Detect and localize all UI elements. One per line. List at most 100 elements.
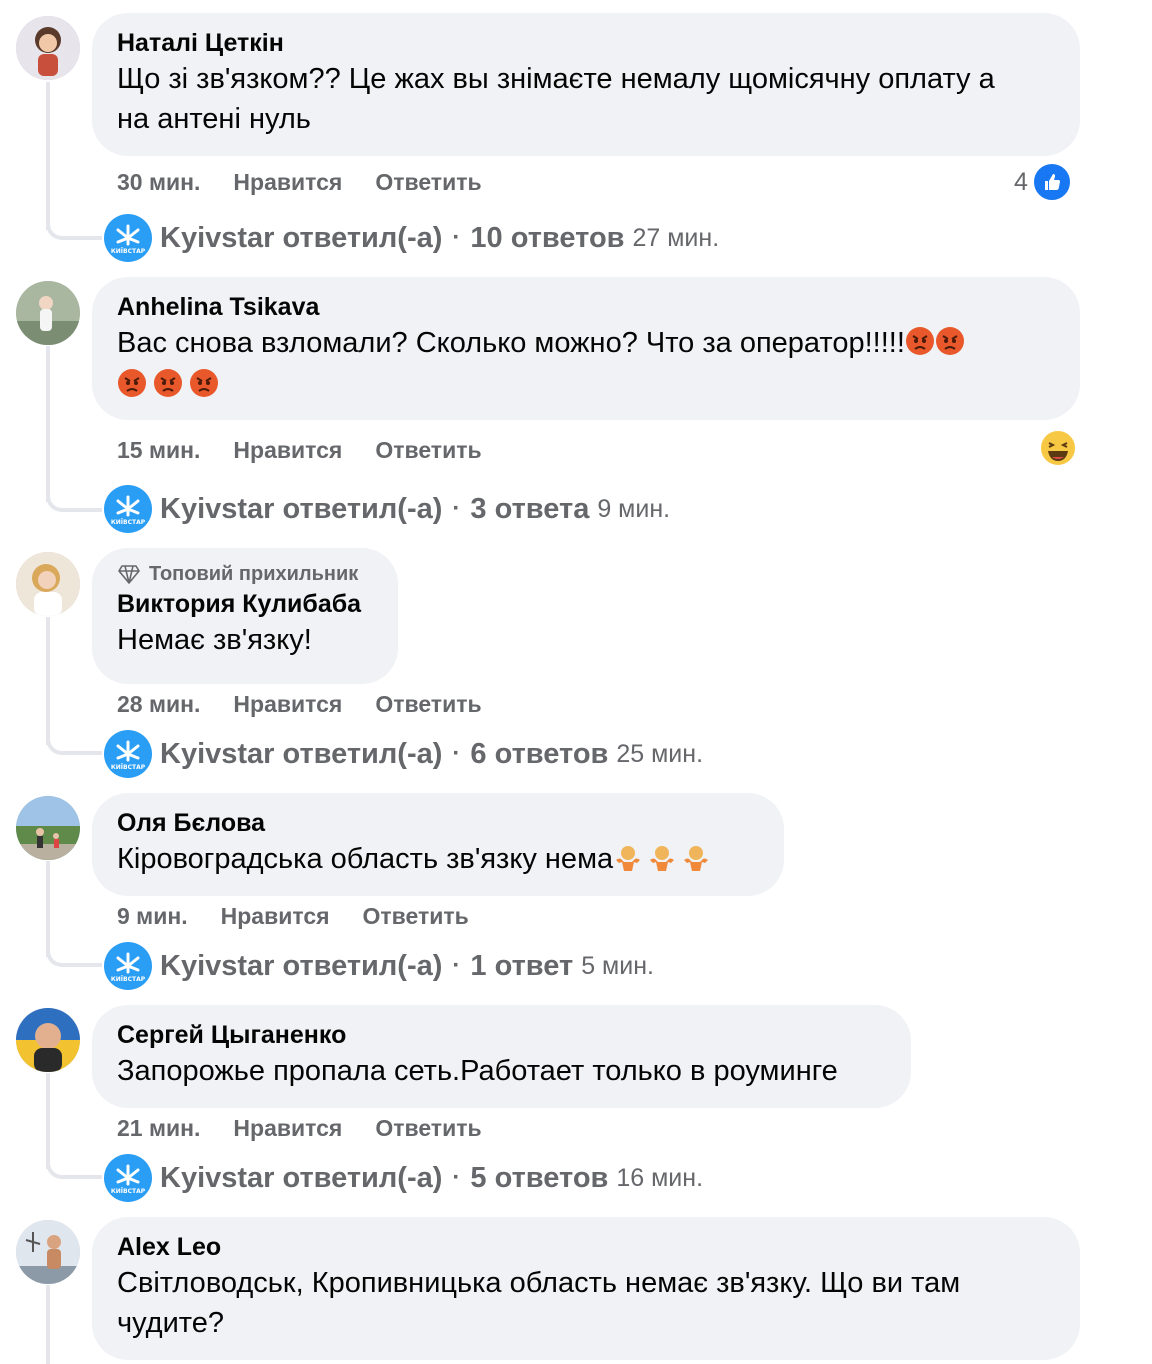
comment-bubble: Наталі Цеткін Що зі зв'язком?? Це жах вы… <box>92 13 1080 156</box>
svg-text:КИЇВСТАР: КИЇВСТАР <box>111 519 146 526</box>
view-replies-link[interactable]: КИЇВСТАР Kyivstar ответил(-а) · 1 ответ … <box>104 942 654 990</box>
reply-button[interactable]: Ответить <box>375 167 481 197</box>
kyivstar-logo: КИЇВСТАР <box>104 730 152 778</box>
comment-time[interactable]: 15 мин. <box>117 435 200 465</box>
separator-dot: · <box>452 1164 461 1191</box>
comment-author[interactable]: Оля Бєлова <box>117 807 759 839</box>
comment-time[interactable]: 28 мин. <box>117 689 200 719</box>
replies-time: 5 мин. <box>581 951 654 980</box>
comment-actions: 21 мин. Нравится Ответить <box>117 1113 482 1143</box>
comment-bubble: Anhelina Tsikava Вас снова взломали? Ско… <box>92 277 1080 420</box>
badge-label: Топовий прихильник <box>149 563 359 585</box>
comment-time[interactable]: 21 мин. <box>117 1113 200 1143</box>
thread-line <box>46 617 50 745</box>
comment-bubble: Топовий прихильник Виктория Кулибаба Нем… <box>92 548 398 684</box>
comment-text: Кіровоградська область зв'язку нема <box>117 839 759 879</box>
avatar[interactable] <box>16 796 80 860</box>
comment-actions: 30 мин. Нравится Ответить <box>117 167 482 197</box>
thread-connector <box>46 492 102 512</box>
like-button[interactable]: Нравится <box>233 689 342 719</box>
comment-bubble: Сергей Цыганенко Запорожье пропала сеть.… <box>92 1005 911 1108</box>
separator-dot: · <box>452 224 461 251</box>
reply-button[interactable]: Ответить <box>363 901 469 931</box>
comment-text: Немає зв'язку! <box>117 624 312 656</box>
svg-text:КИЇВСТАР: КИЇВСТАР <box>111 976 146 983</box>
thread-connector <box>46 220 102 240</box>
reply-verb: ответил(-а) <box>282 492 443 525</box>
angry-emoji <box>154 369 182 397</box>
shrug-emoji <box>650 846 675 871</box>
angry-emoji <box>118 369 146 397</box>
replies-time: 27 мин. <box>632 223 720 252</box>
thread-line <box>46 1073 50 1169</box>
svg-text:КИЇВСТАР: КИЇВСТАР <box>111 764 146 771</box>
like-button[interactable]: Нравится <box>233 167 342 197</box>
reaction-count[interactable] <box>1038 428 1078 468</box>
comment-bubble: Оля Бєлова Кіровоградська область зв'язк… <box>92 793 784 896</box>
like-button[interactable]: Нравится <box>233 435 342 465</box>
like-button[interactable]: Нравится <box>233 1113 342 1143</box>
reply-author: Kyivstar <box>160 221 275 254</box>
comment-text: Що зі зв'язком?? Це жах вы знімаєте нема… <box>117 63 995 95</box>
comment-actions: 28 мин. Нравится Ответить <box>117 689 482 719</box>
comment-emoji-line <box>117 365 1055 405</box>
reply-author: Kyivstar <box>160 737 275 770</box>
comment-text: чудите? <box>117 1307 224 1339</box>
reply-author: Kyivstar <box>160 1161 275 1194</box>
thread-line <box>46 1285 50 1364</box>
comment-author[interactable]: Alex Leo <box>117 1231 1055 1263</box>
replies-count: 10 ответов <box>470 221 625 254</box>
reply-button[interactable]: Ответить <box>375 1113 481 1143</box>
comment-time[interactable]: 9 мин. <box>117 901 188 931</box>
comment-text: Світловодськ, Кропивницька область немає… <box>117 1267 961 1299</box>
reply-button[interactable]: Ответить <box>375 435 481 465</box>
replies-time: 16 мин. <box>616 1163 704 1192</box>
avatar[interactable] <box>16 16 80 80</box>
kyivstar-logo: КИЇВСТАР <box>104 1154 152 1202</box>
top-fan-badge[interactable]: Топовий прихильник <box>117 560 373 588</box>
angry-emoji <box>190 369 218 397</box>
like-button[interactable]: Нравится <box>221 901 330 931</box>
diamond-icon <box>118 565 140 584</box>
replies-time: 9 мин. <box>597 494 671 523</box>
view-replies-link[interactable]: КИЇВСТАР Kyivstar ответил(-а) · 5 ответо… <box>104 1154 703 1202</box>
thread-connector <box>46 947 102 967</box>
comment-text-content: Вас снова взломали? Сколько можно? Что з… <box>117 327 905 359</box>
avatar[interactable] <box>16 281 80 345</box>
replies-count: 5 ответов <box>470 1161 609 1194</box>
view-replies-link[interactable]: КИЇВСТАР Kyivstar ответил(-а) · 3 ответа… <box>104 485 670 533</box>
comment-time[interactable]: 30 мин. <box>117 167 200 197</box>
comment-author[interactable]: Anhelina Tsikava <box>117 291 1055 323</box>
kyivstar-logo: КИЇВСТАР <box>104 214 152 262</box>
replies-count: 3 ответа <box>470 492 590 525</box>
avatar[interactable] <box>16 1220 80 1284</box>
thread-line <box>46 861 50 957</box>
kyivstar-logo: КИЇВСТАР <box>104 942 152 990</box>
reply-author: Kyivstar <box>160 949 275 982</box>
svg-text:КИЇВСТАР: КИЇВСТАР <box>111 1188 146 1195</box>
thread-line <box>46 346 50 502</box>
replies-count: 6 ответов <box>470 737 609 770</box>
view-replies-link[interactable]: КИЇВСТАР Kyivstar ответил(-а) · 10 ответ… <box>104 214 719 262</box>
view-replies-link[interactable]: КИЇВСТАР Kyivstar ответил(-а) · 6 ответо… <box>104 730 703 778</box>
reply-verb: ответил(-а) <box>282 949 443 982</box>
avatar[interactable] <box>16 1008 80 1072</box>
like-icon <box>1031 162 1072 202</box>
reply-button[interactable]: Ответить <box>375 689 481 719</box>
reply-verb: ответил(-а) <box>282 737 443 770</box>
comment-bubble: Alex Leo Світловодськ, Кропивницька обла… <box>92 1217 1080 1360</box>
comment-author[interactable]: Сергей Цыганенко <box>117 1019 886 1051</box>
replies-time: 25 мин. <box>616 739 704 768</box>
replies-count: 1 ответ <box>470 949 574 982</box>
svg-text:КИЇВСТАР: КИЇВСТАР <box>111 248 146 255</box>
shrug-emoji <box>616 846 641 871</box>
comment-author[interactable]: Наталі Цеткін <box>117 27 1055 59</box>
comment-actions: 15 мин. Нравится Ответить <box>117 435 482 465</box>
reaction-count[interactable]: 4 <box>1014 162 1072 202</box>
avatar[interactable] <box>16 552 80 616</box>
comment-text: на антені нуль <box>117 103 311 135</box>
comment-author[interactable]: Виктория Кулибаба <box>117 588 373 620</box>
thread-line <box>46 82 50 230</box>
comment-text: Вас снова взломали? Сколько можно? Что з… <box>117 323 1055 363</box>
separator-dot: · <box>452 495 461 522</box>
